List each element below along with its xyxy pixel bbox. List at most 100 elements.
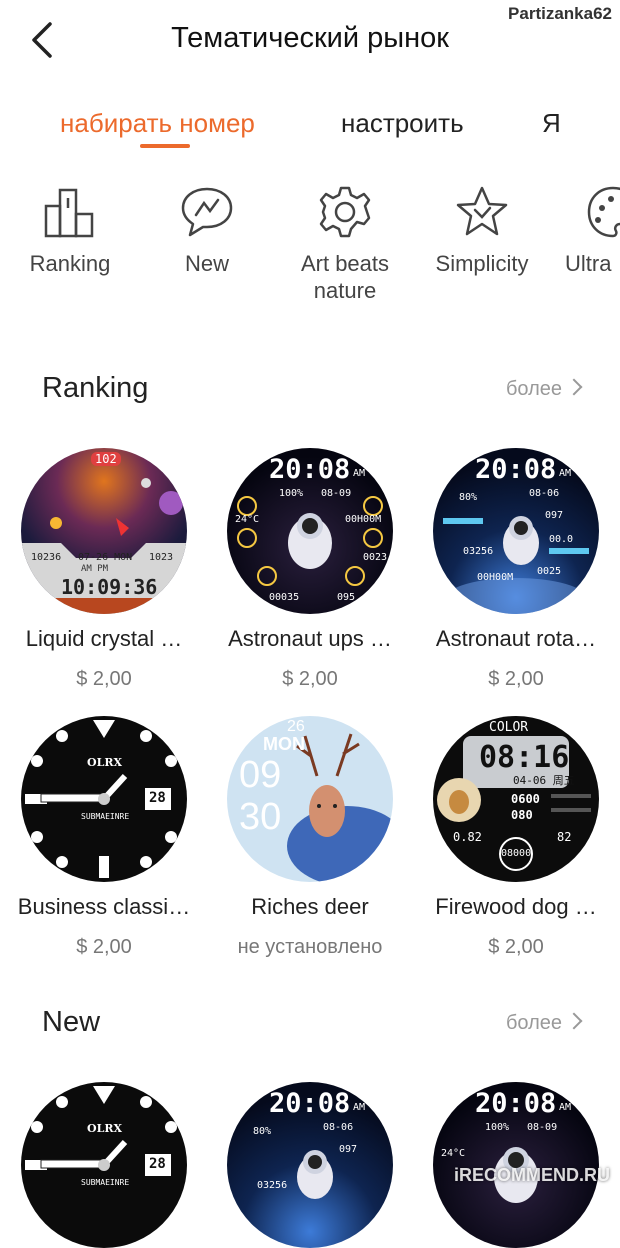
watch-face-liquid-crystal: 102 10236 07-26 MON 1023 AM PM 10:09:36 bbox=[21, 448, 187, 614]
watch-face-card[interactable]: OLRX SUBMAEINRE 28 Business classi… $ 2,… bbox=[4, 716, 204, 959]
site-watermark: iRECOMMEND.RU bbox=[454, 1165, 610, 1185]
category-simplicity[interactable]: Simplicity bbox=[412, 184, 552, 277]
category-ranking[interactable]: Ranking bbox=[0, 184, 140, 277]
watch-face-riches-deer: 26 MON 09 30 bbox=[227, 716, 393, 882]
header: Тематический рынок bbox=[0, 0, 620, 80]
watch-face-card[interactable]: OLRX SUBMAEINRE 28 bbox=[4, 1082, 204, 1248]
value-2: 03256 bbox=[463, 546, 494, 557]
date-value: 08-06 bbox=[529, 488, 560, 499]
category-label: Simplicity bbox=[435, 251, 529, 276]
card-price: $ 2,00 bbox=[488, 668, 544, 690]
watch-face-card[interactable]: COLOR 08:16 04-06 周五 0600 080 0.82 82 08… bbox=[416, 716, 616, 959]
card-price: $ 2,00 bbox=[282, 668, 338, 690]
category-label: Ranking bbox=[29, 251, 111, 276]
heart-rate-value: 102 bbox=[91, 452, 121, 466]
left-value: 0.82 bbox=[453, 830, 482, 844]
section-title-new: New bbox=[42, 1006, 101, 1038]
category-ultra[interactable]: Ultra bbox=[535, 184, 620, 277]
card-price: не установлено bbox=[237, 936, 383, 958]
palette-icon bbox=[587, 186, 620, 238]
watch-face-card[interactable]: 20:08 AM 80% 08-06 097 03256 bbox=[210, 1082, 410, 1248]
section-title-ranking: Ranking bbox=[42, 372, 149, 404]
more-label: более bbox=[505, 378, 562, 400]
more-link-new[interactable]: более bbox=[505, 1012, 583, 1035]
percent-value: 80% bbox=[253, 1126, 272, 1137]
time-value: 20:08 bbox=[269, 454, 351, 485]
value-2: 03256 bbox=[257, 1180, 288, 1191]
ampm-value: AM bbox=[559, 1102, 572, 1113]
tab-customize[interactable]: настроить bbox=[341, 108, 464, 139]
card-title: Riches deer bbox=[251, 894, 369, 919]
hm-value: 00H00M bbox=[477, 572, 514, 583]
watch-face-business-classic: OLRX SUBMAEINRE 28 bbox=[21, 1082, 187, 1248]
chevron-right-icon bbox=[565, 378, 583, 396]
battery-value: 100% bbox=[485, 1122, 510, 1133]
date-value: 07-26 MON bbox=[78, 552, 133, 563]
model-value: SUBMAEINRE bbox=[81, 812, 130, 821]
time-value: 08:16 bbox=[479, 740, 570, 775]
active-tab-indicator bbox=[140, 144, 190, 148]
watch-face-card[interactable]: 102 10236 07-26 MON 1023 AM PM 10:09:36 … bbox=[4, 448, 204, 691]
card-title: Business classi… bbox=[17, 894, 191, 919]
date-value: 08-06 bbox=[323, 1122, 354, 1133]
value-1: 097 bbox=[339, 1144, 358, 1155]
ampm-value: AM bbox=[559, 468, 572, 479]
watch-face-card[interactable]: 26 MON 09 30 Riches deer не установлено bbox=[210, 716, 410, 959]
brand-value: OLRX bbox=[87, 1122, 122, 1135]
category-label: New bbox=[184, 251, 229, 276]
card-price: $ 2,00 bbox=[76, 668, 132, 690]
watch-face-astronaut-ups: 20:08 AM 100% 08-09 24°C 00H00M 0023 000… bbox=[227, 448, 393, 614]
time-value: 20:08 bbox=[475, 1088, 557, 1119]
watch-face-astronaut-rota: 20:08 AM 80% 08-06 097 03256 00.0 0025 0… bbox=[433, 448, 599, 614]
right-value: 82 bbox=[557, 830, 572, 844]
value-1: 097 bbox=[545, 510, 564, 521]
card-title: Liquid crystal … bbox=[25, 626, 183, 651]
category-label: Ultra bbox=[565, 251, 612, 276]
gear-icon bbox=[319, 186, 371, 238]
star-icon bbox=[456, 186, 508, 236]
value-1: 0600 bbox=[511, 792, 540, 806]
value-2: 080 bbox=[511, 808, 533, 822]
date-value: 28 bbox=[149, 1156, 166, 1172]
temp-value: 24°C bbox=[235, 514, 260, 525]
watch-face-card[interactable]: 20:08 AM 80% 08-06 097 03256 00.0 0025 0… bbox=[416, 448, 616, 691]
category-new[interactable]: New bbox=[137, 184, 277, 277]
more-link-ranking[interactable]: более bbox=[505, 378, 583, 401]
time-value: 10:09:36 bbox=[61, 575, 158, 599]
minute-value: 30 bbox=[239, 796, 282, 838]
date-value: 28 bbox=[149, 790, 166, 806]
temp-value: 24°C bbox=[441, 1148, 466, 1159]
date-value: 08-09 bbox=[527, 1122, 558, 1133]
center-value: 08000 bbox=[501, 848, 532, 859]
card-price: $ 2,00 bbox=[488, 936, 544, 958]
watch-face-business-classic: OLRX SUBMAEINRE 28 bbox=[21, 716, 187, 882]
brand-value: OLRX bbox=[87, 756, 122, 769]
time-value: 20:08 bbox=[475, 454, 557, 485]
more-label: более bbox=[505, 1012, 562, 1034]
watch-face-astronaut-rota: 20:08 AM 80% 08-06 097 03256 bbox=[227, 1082, 393, 1248]
watch-face-firewood-dog: COLOR 08:16 04-06 周五 0600 080 0.82 82 08… bbox=[433, 716, 599, 882]
chat-bubble-icon bbox=[181, 187, 233, 237]
time-value: 20:08 bbox=[269, 1088, 351, 1119]
category-row: Ranking New Art beats nature Simplicity … bbox=[0, 184, 620, 314]
date-value: 08-09 bbox=[321, 488, 352, 499]
date-value: 04-06 周五 bbox=[513, 774, 575, 787]
hour-value: 09 bbox=[239, 754, 282, 796]
model-value: SUBMAEINRE bbox=[81, 1178, 130, 1187]
ampm-value: AM bbox=[353, 468, 366, 479]
tab-me[interactable]: Я bbox=[542, 108, 561, 139]
percent-value: 80% bbox=[459, 492, 478, 503]
side-value: 1023 bbox=[149, 552, 174, 563]
card-price: $ 2,00 bbox=[76, 936, 132, 958]
tab-dial[interactable]: набирать номер bbox=[60, 108, 255, 139]
value-4: 0025 bbox=[537, 566, 562, 577]
ranking-icon bbox=[44, 188, 94, 238]
watch-face-card[interactable]: 20:08 AM 100% 08-09 24°C 00H00M 0023 000… bbox=[210, 448, 410, 691]
steps-value: 10236 bbox=[31, 552, 62, 563]
ampm-value: AM bbox=[353, 1102, 366, 1113]
tab-bar: набирать номер настроить Я bbox=[0, 100, 620, 150]
value-3: 00.0 bbox=[549, 534, 574, 545]
category-art-beats-nature[interactable]: Art beats nature bbox=[275, 184, 415, 304]
battery-value: 100% bbox=[279, 488, 304, 499]
bottom-left-value: 00035 bbox=[269, 592, 300, 603]
